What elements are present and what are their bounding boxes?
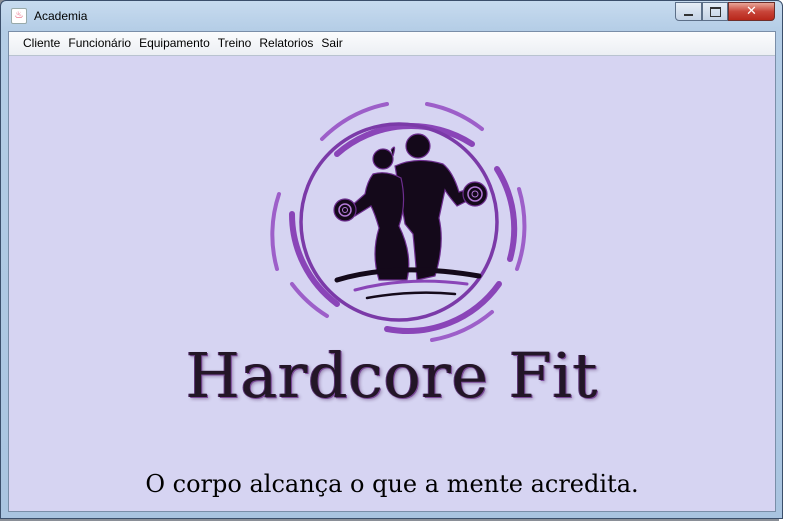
window-title: Academia	[34, 9, 88, 23]
menu-bar: Cliente Funcionário Equipamento Treino R…	[9, 32, 775, 56]
menu-funcionario[interactable]: Funcionário	[64, 34, 135, 53]
menu-treino[interactable]: Treino	[214, 34, 256, 53]
brand-slogan: O corpo alcança o que a mente acredita.	[145, 470, 639, 498]
minimize-icon	[684, 13, 693, 16]
menu-relatorios[interactable]: Relatorios	[255, 34, 317, 53]
close-icon: ✕	[746, 4, 757, 19]
minimize-button[interactable]	[675, 2, 702, 21]
menu-cliente[interactable]: Cliente	[19, 34, 64, 53]
maximize-button[interactable]	[702, 2, 728, 21]
brand-title: Hardcore Fit	[185, 339, 599, 412]
java-cup-icon: ♨	[11, 8, 27, 24]
title-bar[interactable]: ♨ Academia ✕	[1, 1, 782, 31]
maximize-icon	[709, 6, 721, 17]
fitness-couple-dumbbell-icon	[270, 102, 527, 342]
menu-sair[interactable]: Sair	[317, 34, 346, 53]
app-window: ♨ Academia ✕ Cliente Funcionário Equipam…	[0, 0, 783, 519]
client-area: Cliente Funcionário Equipamento Treino R…	[8, 31, 776, 512]
close-button[interactable]: ✕	[728, 2, 775, 21]
menu-equipamento[interactable]: Equipamento	[135, 34, 214, 53]
splash-panel: Hardcore Fit O corpo alcança o que a men…	[9, 56, 775, 511]
